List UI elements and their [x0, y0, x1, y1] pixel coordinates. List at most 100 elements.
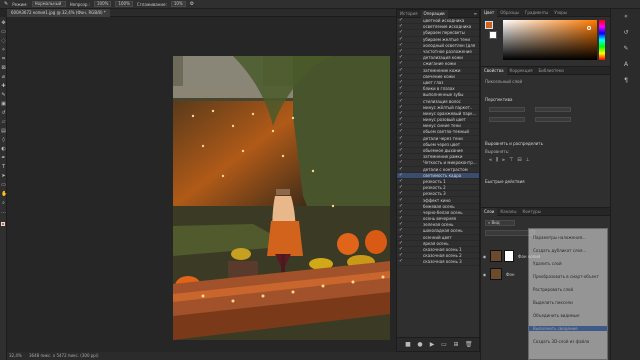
- stamp-tool-icon[interactable]: ▣: [1, 102, 6, 107]
- document-tab[interactable]: 600A3672 копия1.jpg @ 32,4% (Фон, RGB/8)…: [7, 9, 110, 17]
- hue-slider[interactable]: [599, 20, 605, 60]
- pen-tool-icon[interactable]: ✒: [1, 156, 6, 161]
- align-bottom-icon[interactable]: ⊥: [526, 157, 530, 163]
- photo-canvas[interactable]: [173, 56, 390, 340]
- toggle-check-icon[interactable]: ✓: [397, 160, 405, 165]
- section-perspective[interactable]: Перспектива: [485, 97, 512, 102]
- toggle-check-icon[interactable]: ✓: [397, 61, 405, 66]
- context-menu-item[interactable]: Объединить видимые: [533, 313, 579, 318]
- height-field[interactable]: [535, 107, 571, 112]
- frame-tool-icon[interactable]: ⊠: [1, 66, 6, 71]
- settings-gear-icon[interactable]: ⚙: [190, 1, 194, 7]
- tab-adjustments[interactable]: Коррекция: [507, 67, 536, 75]
- zoom-tool-icon[interactable]: ⌕: [1, 201, 6, 206]
- toggle-check-icon[interactable]: ✓: [397, 67, 405, 73]
- magic-wand-icon[interactable]: ✧: [1, 48, 6, 53]
- dodge-tool-icon[interactable]: ◐: [1, 147, 6, 152]
- character-panel-icon[interactable]: A: [622, 61, 630, 69]
- shape-tool-icon[interactable]: ▭: [1, 183, 6, 188]
- move-tool-icon[interactable]: ✥: [1, 21, 6, 26]
- expand-panels-icon[interactable]: «: [622, 13, 630, 21]
- align-top-icon[interactable]: ⊤: [509, 157, 513, 163]
- new-action-icon[interactable]: ⊞: [453, 341, 459, 348]
- eyedropper-icon[interactable]: ⌀: [1, 75, 6, 80]
- tab-channels[interactable]: Каналы: [497, 208, 519, 216]
- align-center-icon[interactable]: ⫼: [496, 157, 498, 163]
- layer-mask-thumbnail[interactable]: [504, 250, 514, 262]
- background-color-swatch[interactable]: [489, 31, 497, 39]
- context-menu-item[interactable]: Растрировать слой: [533, 287, 573, 292]
- align-left-icon[interactable]: ⫷: [489, 157, 492, 163]
- trash-icon[interactable]: 🗑: [465, 341, 473, 348]
- context-menu-item[interactable]: Создать 3D-слой из файла: [533, 339, 589, 344]
- history-panel-icon[interactable]: ↺: [622, 29, 630, 37]
- flow-input[interactable]: 100%: [115, 1, 133, 7]
- path-select-icon[interactable]: ➤: [1, 174, 6, 179]
- tab-patterns[interactable]: Узоры: [551, 9, 570, 17]
- tab-properties[interactable]: Свойства: [481, 66, 507, 75]
- context-menu-item[interactable]: Удалить слой: [533, 261, 562, 266]
- play-icon[interactable]: ▶: [429, 341, 435, 348]
- brush-tool-icon[interactable]: ✎: [1, 93, 6, 98]
- toggle-check-icon[interactable]: ✓: [397, 197, 405, 203]
- toggle-check-icon[interactable]: ✓: [397, 234, 405, 240]
- paragraph-panel-icon[interactable]: ¶: [622, 77, 630, 85]
- context-menu-item[interactable]: Выделить пиксели: [533, 300, 573, 305]
- tab-paths[interactable]: Контуры: [519, 208, 543, 216]
- toggle-check-icon[interactable]: ✓: [397, 135, 405, 141]
- marquee-tool-icon[interactable]: ▭: [1, 30, 6, 35]
- x-field[interactable]: [489, 117, 525, 122]
- action-row[interactable]: ✓ сказочная осень 3: [397, 259, 479, 266]
- stop-icon[interactable]: ■: [405, 341, 411, 348]
- gradient-tool-icon[interactable]: ▤: [1, 129, 6, 134]
- toggle-check-icon[interactable]: ✓: [397, 36, 405, 42]
- brush-preset-icon[interactable]: ✎: [4, 1, 8, 7]
- tab-history[interactable]: История: [397, 10, 421, 18]
- toggle-check-icon[interactable]: ✓: [397, 203, 405, 209]
- lasso-tool-icon[interactable]: ◌: [1, 39, 6, 44]
- eraser-tool-icon[interactable]: ▱: [1, 120, 6, 125]
- foreground-color-swatch[interactable]: [485, 21, 493, 29]
- color-picker-field[interactable]: [503, 20, 597, 60]
- hand-tool-icon[interactable]: ✋: [1, 192, 7, 197]
- toggle-check-icon[interactable]: ✓: [397, 30, 405, 35]
- record-icon[interactable]: ●: [417, 341, 423, 348]
- layer-name[interactable]: Фон: [506, 272, 515, 277]
- visibility-eye-icon[interactable]: ◉: [481, 272, 488, 277]
- tab-swatches[interactable]: Образцы: [497, 9, 522, 17]
- toggle-check-icon[interactable]: ✓: [397, 92, 405, 97]
- toggle-check-icon[interactable]: ✓: [397, 129, 405, 134]
- text-tool-icon[interactable]: T: [1, 165, 6, 170]
- toggle-check-icon[interactable]: ✓: [397, 191, 405, 196]
- toggle-check-icon[interactable]: ✓: [397, 259, 405, 264]
- panel-menu-icon[interactable]: ≡: [474, 11, 479, 16]
- toggle-check-icon[interactable]: ✓: [397, 104, 405, 110]
- mode-select[interactable]: Нормальный: [31, 1, 66, 7]
- width-field[interactable]: [489, 107, 525, 112]
- align-middle-icon[interactable]: ⊟: [517, 157, 521, 163]
- new-set-icon[interactable]: ▭: [441, 341, 447, 348]
- section-quick-actions[interactable]: Быстрые действия: [485, 179, 525, 184]
- visibility-eye-icon[interactable]: ◉: [481, 254, 488, 259]
- context-menu-item[interactable]: Преобразовать в смарт-объект: [533, 274, 599, 279]
- tab-layers[interactable]: Слои: [481, 207, 498, 216]
- history-brush-icon[interactable]: ↺: [1, 111, 6, 116]
- toggle-check-icon[interactable]: ✓: [397, 228, 405, 233]
- crop-tool-icon[interactable]: ⌗: [1, 57, 6, 62]
- more-tools-icon[interactable]: …: [1, 210, 6, 215]
- tab-gradients[interactable]: Градиенты: [522, 9, 551, 17]
- tab-color[interactable]: Цвет: [481, 8, 498, 17]
- brush-settings-icon[interactable]: ✎: [622, 45, 630, 53]
- y-field[interactable]: [535, 117, 571, 122]
- toggle-check-icon[interactable]: ✓: [397, 166, 405, 172]
- smoothing-input[interactable]: 10%: [170, 1, 186, 7]
- tab-libraries[interactable]: Библиотеки: [536, 67, 567, 75]
- context-menu-item[interactable]: Создать дубликат слоя...: [533, 248, 586, 253]
- zoom-level[interactable]: 32,4%: [9, 353, 22, 358]
- context-menu-item[interactable]: Параметры наложения...: [533, 235, 586, 240]
- blur-tool-icon[interactable]: ◊: [1, 138, 6, 143]
- tab-actions[interactable]: Операции: [420, 9, 448, 18]
- section-align[interactable]: Выровнять и распределить: [485, 141, 543, 146]
- context-menu-item[interactable]: Выполнить сведение: [529, 326, 607, 331]
- layer-kind-filter[interactable]: ⌕ Вид: [485, 220, 515, 226]
